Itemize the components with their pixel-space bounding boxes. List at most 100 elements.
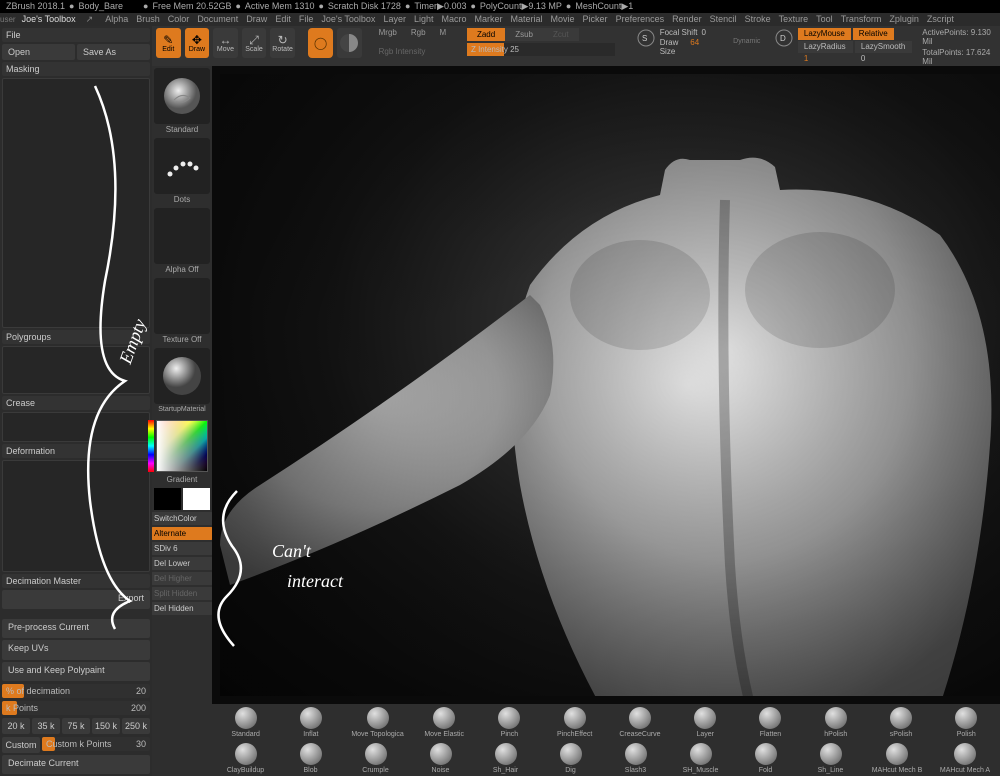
brush-mahcutmechb[interactable]: MAHcut Mech B <box>872 743 922 774</box>
mrgb-button[interactable]: Mrgb <box>379 28 397 37</box>
preset-250k[interactable]: 250 k <box>122 718 150 734</box>
menu-zscript[interactable]: Zscript <box>927 14 954 24</box>
menu-render[interactable]: Render <box>672 14 702 24</box>
menu-movie[interactable]: Movie <box>551 14 575 24</box>
viewport[interactable]: Can't interact StandardInflatMove Topolo… <box>212 66 1000 776</box>
menu-joestoolbox[interactable]: Joe's Toolbox <box>321 14 375 24</box>
masking-section-header[interactable]: Masking <box>2 62 150 76</box>
menu-material[interactable]: Material <box>511 14 543 24</box>
deformation-section-header[interactable]: Deformation <box>2 444 150 458</box>
move-mode-button[interactable]: ↔Move <box>213 28 238 58</box>
zadd-button[interactable]: Zadd <box>467 28 505 41</box>
brush-mahcutmecha[interactable]: MAHcut Mech A <box>940 743 990 774</box>
zcut-button[interactable]: Zcut <box>543 28 579 41</box>
menu-file[interactable]: File <box>299 14 314 24</box>
hue-strip[interactable] <box>148 420 154 472</box>
brush-spolish[interactable]: sPolish <box>877 707 924 738</box>
preprocess-button[interactable]: Pre-process Current <box>2 619 150 638</box>
color-white-swatch[interactable] <box>183 488 210 510</box>
focal-icon[interactable]: S <box>636 28 656 48</box>
brush-standard[interactable]: Standard <box>222 707 269 738</box>
dynamic-toggle[interactable]: Dynamic <box>733 38 760 56</box>
material-thumb[interactable] <box>154 348 210 404</box>
menu-alpha[interactable]: Alpha <box>105 14 128 24</box>
scale-mode-button[interactable]: ⤢Scale <box>242 28 267 58</box>
brush-inflat[interactable]: Inflat <box>287 707 334 738</box>
draw-size-label[interactable]: Draw Size <box>660 38 687 56</box>
focal-shift-label[interactable]: Focal Shift <box>660 28 698 37</box>
keep-uvs-button[interactable]: Keep UVs <box>2 640 150 659</box>
menu-picker[interactable]: Picker <box>583 14 608 24</box>
menu-document[interactable]: Document <box>197 14 238 24</box>
brush-moveelastic[interactable]: Move Elastic <box>421 707 468 738</box>
sdiv-slider[interactable]: SDiv 6 <box>151 542 213 555</box>
menu-marker[interactable]: Marker <box>475 14 503 24</box>
brush-fold[interactable]: Fold <box>742 743 789 774</box>
brush-thumb[interactable] <box>154 68 210 124</box>
brush-claybuildup[interactable]: ClayBuildup <box>222 743 269 774</box>
menu-zplugin[interactable]: Zplugin <box>889 14 919 24</box>
edit-mode-button[interactable]: ✎Edit <box>156 28 181 58</box>
lazyradius-slider[interactable]: LazyRadius 1 <box>798 41 853 53</box>
custom-k-slider[interactable]: Custom k Points 30 <box>42 737 150 751</box>
stroke-thumb[interactable] <box>154 138 210 194</box>
brush-polish[interactable]: Polish <box>943 707 990 738</box>
menu-draw[interactable]: Draw <box>246 14 267 24</box>
decimation-section-header[interactable]: Decimation Master <box>2 574 150 588</box>
custom-button[interactable]: Custom <box>2 737 40 753</box>
open-button[interactable]: Open <box>2 44 75 60</box>
polygroups-section-header[interactable]: Polygroups <box>2 330 150 344</box>
preset-35k[interactable]: 35 k <box>32 718 60 734</box>
lazysmooth-slider[interactable]: LazySmooth 0 <box>855 41 912 53</box>
brush-blob[interactable]: Blob <box>287 743 334 774</box>
color-black-swatch[interactable] <box>154 488 181 510</box>
menu-stroke[interactable]: Stroke <box>745 14 771 24</box>
sphere-icon-button[interactable] <box>337 28 362 58</box>
menu-color[interactable]: Color <box>168 14 190 24</box>
menu-transform[interactable]: Transform <box>841 14 882 24</box>
gradient-label[interactable]: Gradient <box>167 474 198 486</box>
brush-noise[interactable]: Noise <box>417 743 464 774</box>
del-hidden-button[interactable]: Del Hidden <box>151 602 213 615</box>
menu-edit[interactable]: Edit <box>275 14 291 24</box>
saveas-button[interactable]: Save As <box>77 44 150 60</box>
brush-creasecurve[interactable]: CreaseCurve <box>616 707 663 738</box>
alpha-thumb[interactable] <box>154 208 210 264</box>
brush-shmuscle[interactable]: SH_Muscle <box>677 743 724 774</box>
split-hidden-button[interactable]: Split Hidden <box>151 587 213 600</box>
menu-stencil[interactable]: Stencil <box>710 14 737 24</box>
brush-movetopologica[interactable]: Move Topologica <box>353 707 403 738</box>
texture-thumb[interactable] <box>154 278 210 334</box>
menu-texture[interactable]: Texture <box>779 14 809 24</box>
preset-75k[interactable]: 75 k <box>62 718 90 734</box>
rgb-intensity-label[interactable]: Rgb Intensity <box>379 47 426 56</box>
menu-preferences[interactable]: Preferences <box>616 14 665 24</box>
relative-button[interactable]: Relative <box>853 28 894 40</box>
menu-layer[interactable]: Layer <box>383 14 406 24</box>
lazymouse-button[interactable]: LazyMouse <box>798 28 851 40</box>
file-section-header[interactable]: File <box>2 28 150 42</box>
pct-decimation-slider[interactable]: % of decimation 20 <box>2 684 150 698</box>
kpoints-slider[interactable]: k Points 200 <box>2 701 150 715</box>
brush-shhair[interactable]: Sh_Hair <box>482 743 529 774</box>
color-picker[interactable] <box>154 418 210 474</box>
preset-150k[interactable]: 150 k <box>92 718 120 734</box>
del-lower-button[interactable]: Del Lower <box>151 557 213 570</box>
brush-layer[interactable]: Layer <box>682 707 729 738</box>
del-higher-button[interactable]: Del Higher <box>151 572 213 585</box>
alternate-button[interactable]: Alternate <box>151 527 213 540</box>
decimate-current-button[interactable]: Decimate Current <box>2 755 150 774</box>
menu-tool[interactable]: Tool <box>816 14 833 24</box>
menu-light[interactable]: Light <box>414 14 434 24</box>
brush-slash[interactable]: Slash3 <box>612 743 659 774</box>
brush-hpolish[interactable]: hPolish <box>812 707 859 738</box>
sculpt-canvas[interactable] <box>220 74 1000 696</box>
brush-flatten[interactable]: Flatten <box>747 707 794 738</box>
toolbox-title[interactable]: Joe's Toolbox <box>22 13 76 26</box>
use-polypaint-button[interactable]: Use and Keep Polypaint <box>2 662 150 681</box>
brush-shline[interactable]: Sh_Line <box>807 743 854 774</box>
rgb-button[interactable]: Rgb <box>411 28 426 37</box>
zsub-button[interactable]: Zsub <box>505 28 543 41</box>
m-button[interactable]: M <box>440 28 447 37</box>
lazy-icon[interactable]: D <box>774 28 794 48</box>
